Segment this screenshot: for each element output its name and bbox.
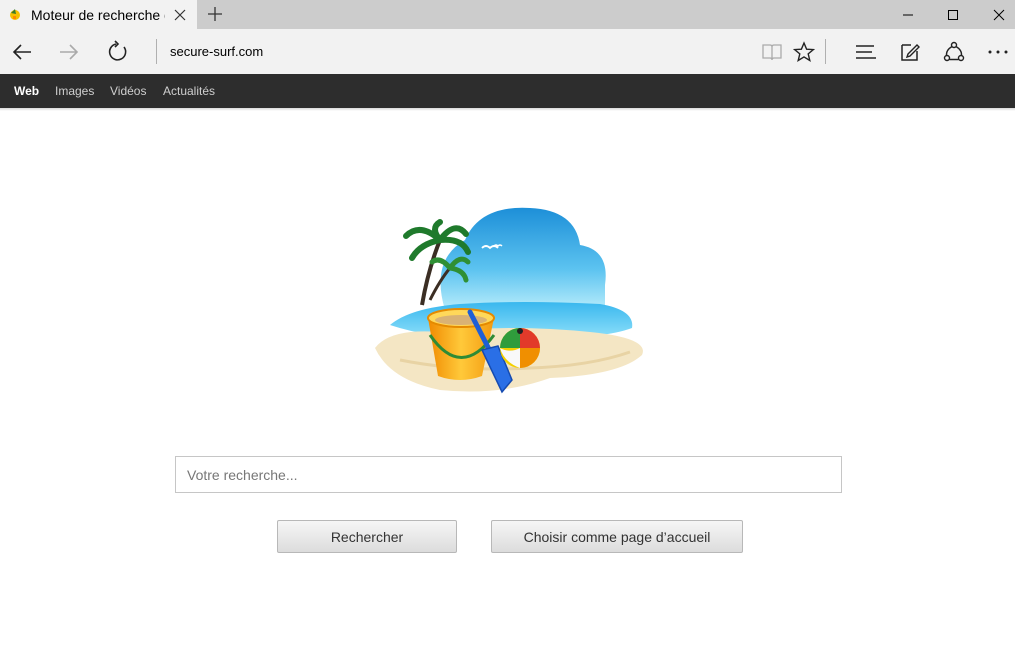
window-close-button[interactable]	[976, 0, 1015, 29]
forward-button[interactable]	[56, 39, 82, 65]
book-icon	[762, 44, 782, 61]
nav-shadow	[0, 108, 1015, 111]
search-input[interactable]	[175, 456, 842, 493]
reading-view-button[interactable]	[759, 39, 785, 65]
more-button[interactable]	[985, 39, 1011, 65]
close-icon[interactable]	[172, 7, 188, 23]
nav-item-videos[interactable]: Vidéos	[110, 84, 146, 98]
maximize-button[interactable]	[930, 0, 976, 29]
beach-favicon-icon	[10, 9, 20, 20]
refresh-button[interactable]	[105, 39, 131, 65]
back-button[interactable]	[9, 39, 35, 65]
forward-arrow-icon	[60, 44, 79, 60]
maximize-icon	[948, 9, 958, 20]
more-icon	[988, 50, 1008, 54]
title-bar: Moteur de recherche gr	[0, 0, 1015, 29]
address-field[interactable]: secure-surf.com	[170, 44, 263, 59]
share-icon	[943, 41, 965, 62]
favorite-button[interactable]	[791, 39, 817, 65]
pen-note-icon	[901, 44, 920, 61]
minimize-icon	[903, 14, 913, 15]
browser-tab[interactable]: Moteur de recherche gr	[0, 0, 197, 29]
star-icon	[793, 41, 815, 62]
back-arrow-icon	[12, 44, 31, 60]
address-toolbar: secure-surf.com	[0, 29, 1015, 74]
share-button[interactable]	[941, 39, 967, 65]
nav-item-web[interactable]: Web	[14, 84, 39, 98]
nav-item-news[interactable]: Actualités	[163, 84, 215, 98]
address-separator	[156, 39, 157, 64]
set-homepage-button[interactable]: Choisir comme page d’accueil	[491, 520, 743, 553]
plus-icon[interactable]	[206, 5, 224, 23]
nav-item-images[interactable]: Images	[55, 84, 94, 98]
minimize-button[interactable]	[885, 0, 931, 29]
tab-title: Moteur de recherche gr	[31, 7, 165, 23]
search-button[interactable]: Rechercher	[277, 520, 457, 553]
toolbar-separator	[825, 39, 826, 64]
hub-button[interactable]	[853, 39, 879, 65]
web-note-button[interactable]	[897, 39, 923, 65]
hub-icon	[856, 45, 876, 59]
close-icon	[993, 9, 1005, 20]
beach-logo-image	[375, 207, 643, 394]
refresh-icon	[108, 40, 127, 61]
site-nav: Web Images Vidéos Actualités	[0, 74, 1015, 108]
